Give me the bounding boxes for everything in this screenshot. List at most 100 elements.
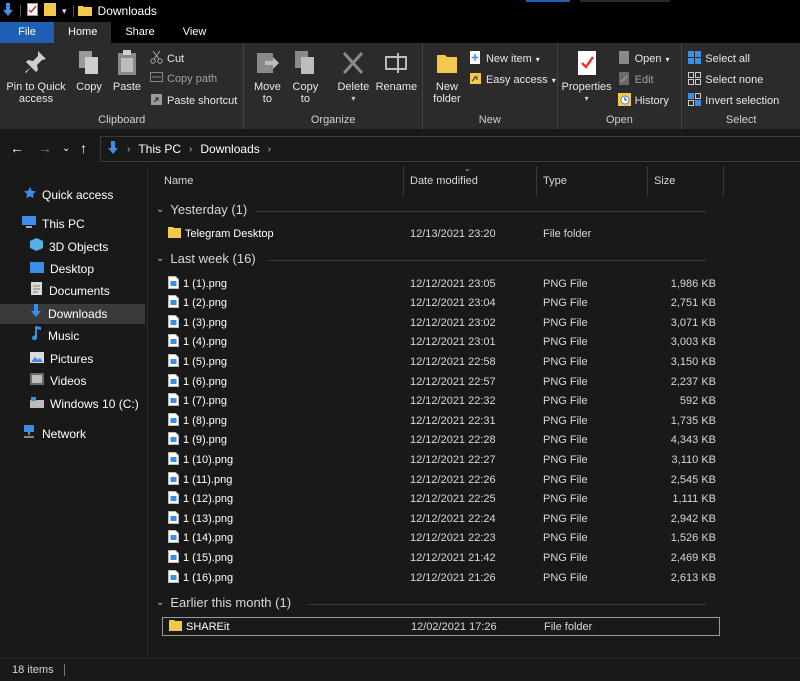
clipboard-group: Pin to Quick access Copy Paste Cut Copy … [0,43,245,129]
file-row[interactable]: 1 (16).png 12/12/2021 21:26 PNG File 2,613 … [162,568,720,587]
file-row[interactable]: 1 (8).png 12/12/2021 22:31 PNG File 1,735 K… [162,411,720,430]
file-row[interactable]: 1 (4).png 12/12/2021 23:01 PNG File 3,003 K… [162,333,720,352]
history-button[interactable]: History [617,93,669,109]
file-row[interactable]: 1 (15).png 12/12/2021 21:42 PNG File 2,469 … [162,548,720,567]
tab-file[interactable]: File [0,22,54,43]
move-to-button[interactable]: Move to [250,49,284,105]
copy-button[interactable]: Copy [72,49,106,93]
delete-dropdown-icon[interactable]: ▾ [334,93,372,105]
nav-pictures[interactable]: Pictures [30,349,93,369]
group-divider [256,211,706,212]
pin-to-quick-access-button[interactable]: Pin to Quick access [4,49,68,105]
file-row[interactable]: 1 (11).png 12/12/2021 22:26 PNG File 2,545 … [162,470,720,489]
file-row[interactable]: 1 (10).png 12/12/2021 22:27 PNG File 3,110 … [162,450,720,469]
properties-dropdown-icon[interactable]: ▾ [560,93,614,105]
tab-share[interactable]: Share [111,22,168,43]
file-row[interactable]: SHAREit 12/02/2021 17:26 File folder [162,617,720,636]
address-bar[interactable]: › This PC › Downloads › [100,136,800,162]
new-folder-icon[interactable] [44,3,56,19]
png-file-icon [168,353,179,370]
file-name: 1 (11).png [183,473,233,486]
file-row[interactable]: 1 (12).png 12/12/2021 22:25 PNG File 1,111 … [162,490,720,509]
column-header-type[interactable]: Type [537,166,648,196]
column-header-name[interactable]: Name [158,166,404,196]
nav-3d-objects[interactable]: 3D Objects [30,237,108,257]
file-row[interactable]: 1 (14).png 12/12/2021 22:23 PNG File 1,526 … [162,529,720,548]
invert-selection-button[interactable]: Invert selection [688,93,779,109]
paste-shortcut-button[interactable]: Paste shortcut [150,93,237,109]
column-header-size[interactable]: Size [648,166,724,196]
new-item-button[interactable]: New item ▾ [469,51,540,67]
file-type: PNG File [543,453,588,466]
separator [63,664,65,676]
nav-documents[interactable]: Documents [30,281,110,301]
nav-windows-c[interactable]: Windows 10 (C:) [30,394,139,414]
forward-arrow-icon[interactable]: → [38,140,52,156]
open-group: Properties ▾ Open ▾ Edit History Open [558,43,683,129]
file-row[interactable]: 1 (13).png 12/12/2021 22:24 PNG File 2,942 … [162,509,720,528]
breadcrumb-downloads[interactable]: Downloads [200,142,259,156]
pictures-icon [30,349,44,369]
down-arrow-icon[interactable] [2,2,14,20]
cut-button[interactable]: Cut [150,50,184,67]
file-type: File folder [544,620,593,633]
nav-videos[interactable]: Videos [30,371,86,391]
nav-downloads[interactable]: Downloads [0,304,145,324]
png-file-icon [168,432,179,448]
nav-music[interactable]: Music [30,326,79,346]
file-row[interactable]: 1 (3).png 12/12/2021 23:02 PNG File 3,071 K… [162,313,720,332]
open-button[interactable]: Open ▾ [618,51,670,67]
breadcrumb-separator-icon[interactable]: › [189,144,192,155]
paste-button[interactable]: Paste [110,49,144,93]
properties-icon[interactable] [27,3,38,19]
breadcrumb-separator-icon[interactable]: › [127,144,130,155]
easy-access-button[interactable]: Easy access ▾ [469,72,556,88]
breadcrumb-separator-icon[interactable]: › [268,144,271,155]
file-row[interactable]: 1 (7).png 12/12/2021 22:32 PNG File 592 KB [162,392,720,411]
file-row[interactable]: 1 (1).png 12/12/2021 23:05 PNG File 1,986 K… [162,274,720,293]
file-row[interactable]: Telegram Desktop 12/13/2021 23:20 File fol… [162,224,720,243]
nav-quick-access[interactable]: Quick access [24,185,113,205]
nav-label: Windows 10 (C:) [50,397,139,411]
file-row[interactable]: 1 (9).png 12/12/2021 22:28 PNG File 4,343 K… [162,431,720,450]
file-date: 12/13/2021 23:20 [410,227,496,240]
file-name-cell: 1 (16).png [168,569,233,586]
group-header-last-week[interactable]: ⌄ Last week (16) [156,251,706,266]
group-header-yesterday[interactable]: ⌄ Yesterday (1) [156,202,706,217]
file-type: PNG File [543,355,588,368]
nav-desktop[interactable]: Desktop [30,259,94,279]
nav-label: This PC [42,217,85,231]
file-row[interactable]: 1 (6).png 12/12/2021 22:57 PNG File 2,237 K… [162,372,720,391]
new-group-label: New [478,114,501,126]
file-name: 1 (6).png [183,375,228,388]
tab-home[interactable]: Home [54,22,112,43]
file-type: PNG File [543,512,588,525]
rename-button[interactable]: Rename [374,49,418,93]
file-name: 1 (8).png [183,414,228,427]
select-none-button[interactable]: Select none [688,72,763,88]
select-all-button[interactable]: Select all [688,51,750,67]
customize-toolbar-icon[interactable]: ▾ [62,6,67,17]
nav-this-pc[interactable]: This PC [22,214,85,234]
select-all-label: Select all [705,53,750,65]
edit-button[interactable]: Edit [618,72,654,88]
tab-view[interactable]: View [169,22,221,43]
new-folder-button[interactable]: New folder [427,49,467,105]
png-file-icon [168,569,179,586]
recent-locations-chevron-icon[interactable]: ⌄ [62,143,70,154]
file-row[interactable]: 1 (2).png 12/12/2021 23:04 PNG File 2,751 K… [162,294,720,313]
up-arrow-icon[interactable]: ↑ [80,140,87,156]
group-divider [268,260,706,261]
group-header-earlier[interactable]: ⌄ Earlier this month (1) [156,595,706,610]
png-file-icon [168,530,179,546]
nav-network[interactable]: Network [22,424,86,444]
properties-button[interactable]: Properties ▾ [560,49,614,105]
nav-label: Music [48,329,80,343]
file-row[interactable]: 1 (5).png 12/12/2021 22:58 PNG File 3,150 K… [162,352,720,371]
copy-to-button[interactable]: Copy to [288,49,322,105]
copy-path-button[interactable]: Copy path [150,72,217,85]
open-label: Open [634,53,662,65]
delete-button[interactable]: Delete ▾ [334,49,372,105]
back-arrow-icon[interactable]: ← [10,140,24,156]
breadcrumb-this-pc[interactable]: This PC [138,142,181,156]
